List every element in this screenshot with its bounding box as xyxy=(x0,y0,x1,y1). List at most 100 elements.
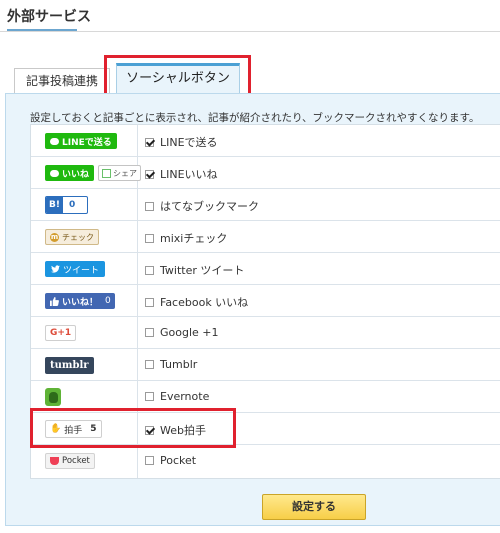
web-clap-button-preview: ✋ 拍手 5 xyxy=(45,420,102,438)
button-preview-text: いいね！ xyxy=(62,297,99,308)
table-row: Pocket Pocket xyxy=(31,445,500,478)
row-divider xyxy=(137,349,138,380)
checkbox-twitter-tweet[interactable] xyxy=(145,265,154,275)
tumblr-icon: tumblr xyxy=(45,356,94,374)
button-preview: いいね！ 0 xyxy=(45,293,115,309)
table-row: B! 0 はてなブックマーク xyxy=(31,189,500,221)
tab-social-buttons[interactable]: ソーシャルボタン xyxy=(116,63,240,95)
option-label: Facebook いいね xyxy=(160,296,249,309)
check-icon xyxy=(102,168,112,178)
title-divider xyxy=(0,31,500,32)
button-preview-text: シェア xyxy=(113,168,138,178)
option-hatena-bookmark[interactable]: はてなブックマーク xyxy=(145,198,259,214)
button-preview: tumblr xyxy=(45,356,94,374)
button-preview: ツイート xyxy=(45,261,106,277)
facebook-like-button-preview: いいね！ 0 xyxy=(45,293,115,309)
line-like-button-preview: いいね xyxy=(45,165,95,181)
social-button-table: LINEで送る LINEで送る いいね シェア LINEいいね B! 0 はてな… xyxy=(30,124,500,479)
option-label: Google +1 xyxy=(160,326,219,339)
twitter-icon xyxy=(51,265,60,273)
checkbox-web-clap[interactable] xyxy=(145,425,154,435)
page-title: 外部サービス xyxy=(7,9,91,25)
checkbox-line-like[interactable] xyxy=(145,169,154,179)
table-row: G+1 Google +1 xyxy=(31,317,500,349)
option-label: Twitter ツイート xyxy=(160,264,245,277)
line-icon xyxy=(50,169,59,177)
table-row: Evernote xyxy=(31,381,500,413)
line-send-button-preview: LINEで送る xyxy=(45,133,117,149)
option-twitter-tweet[interactable]: Twitter ツイート xyxy=(145,262,244,278)
option-line-like[interactable]: LINEいいね xyxy=(145,166,218,182)
tab-article-posting[interactable]: 記事投稿連携 xyxy=(14,68,110,93)
table-row: tumblr Tumblr xyxy=(31,349,500,381)
evernote-elephant-shape xyxy=(48,391,58,403)
table-row: LINEで送る LINEで送る xyxy=(31,125,500,157)
checkbox-google-plus[interactable] xyxy=(145,328,154,337)
table-row: ✋ 拍手 5 Web拍手 xyxy=(31,413,500,445)
button-preview: G+1 xyxy=(45,325,77,341)
option-pocket[interactable]: Pocket xyxy=(145,454,196,467)
pocket-button-preview: Pocket xyxy=(45,453,95,469)
option-label: Pocket xyxy=(160,454,197,467)
facebook-like-label: いいね！ xyxy=(45,293,104,309)
clap-count: 5 xyxy=(90,424,97,434)
option-tumblr[interactable]: Tumblr xyxy=(145,358,197,371)
row-divider xyxy=(137,413,138,444)
option-facebook-like[interactable]: Facebook いいね xyxy=(145,294,248,310)
evernote-icon xyxy=(45,388,61,406)
table-row: いいね！ 0 Facebook いいね xyxy=(31,285,500,317)
checkbox-hatena-bookmark[interactable] xyxy=(145,201,154,211)
checkbox-mixi-check[interactable] xyxy=(145,233,154,243)
hatena-bookmark-button-preview: B! 0 xyxy=(45,196,89,214)
option-label: Tumblr xyxy=(160,358,198,371)
row-divider xyxy=(137,221,138,252)
option-label: はてなブックマーク xyxy=(160,200,259,213)
mixi-icon: m xyxy=(50,232,59,242)
button-preview: m チェック xyxy=(45,229,99,245)
row-divider xyxy=(137,381,138,412)
google-plus-icon: G+1 xyxy=(45,325,77,341)
save-settings-button[interactable]: 設定する xyxy=(262,494,366,520)
button-preview xyxy=(45,388,61,406)
row-divider xyxy=(137,285,138,316)
button-preview-text: Pocket xyxy=(62,456,90,466)
description-text: 設定しておくと記事ごとに表示され、記事が紹介されたり、ブックマークされやすくなり… xyxy=(30,112,480,124)
option-label: LINEいいね xyxy=(160,168,218,181)
button-preview-text: チェック xyxy=(62,232,94,242)
option-mixi-check[interactable]: mixiチェック xyxy=(145,230,227,246)
button-preview-text: ツイート xyxy=(63,265,100,276)
checkbox-evernote[interactable] xyxy=(145,392,154,401)
table-row: ツイート Twitter ツイート xyxy=(31,253,500,285)
row-divider xyxy=(137,445,138,478)
clap-icon: ✋ xyxy=(50,424,62,434)
checkbox-tumblr[interactable] xyxy=(145,360,154,369)
mixi-check-button-preview: m チェック xyxy=(45,229,99,245)
table-row: いいね シェア LINEいいね xyxy=(31,157,500,189)
thumbs-up-icon xyxy=(50,296,59,306)
like-count: 0 xyxy=(103,293,115,309)
button-preview: LINEで送る xyxy=(45,133,117,149)
checkbox-pocket[interactable] xyxy=(145,456,154,465)
checkbox-facebook-like[interactable] xyxy=(145,297,154,307)
table-row: m チェック mixiチェック xyxy=(31,221,500,253)
line-share-button-preview: シェア xyxy=(98,165,142,181)
button-preview-text: いいね xyxy=(62,169,90,180)
twitter-tweet-button-preview: ツイート xyxy=(45,261,106,277)
option-web-clap[interactable]: Web拍手 xyxy=(145,422,206,438)
button-preview-text: LINEで送る xyxy=(62,137,112,148)
row-divider xyxy=(137,317,138,348)
checkbox-line-send[interactable] xyxy=(145,137,154,147)
button-preview-text: 拍手 xyxy=(64,425,83,436)
bookmark-count: 0 xyxy=(62,200,88,210)
option-evernote[interactable]: Evernote xyxy=(145,390,209,403)
option-label: Web拍手 xyxy=(160,424,206,437)
button-preview: Pocket xyxy=(45,453,95,469)
button-preview: ✋ 拍手 5 xyxy=(45,420,102,438)
option-line-send[interactable]: LINEで送る xyxy=(145,134,218,150)
option-label: mixiチェック xyxy=(160,232,228,245)
option-google-plus[interactable]: Google +1 xyxy=(145,326,219,339)
hatena-bookmark-icon: B! xyxy=(46,197,63,213)
pocket-icon xyxy=(50,457,59,465)
line-icon xyxy=(50,137,59,145)
row-divider xyxy=(137,253,138,284)
